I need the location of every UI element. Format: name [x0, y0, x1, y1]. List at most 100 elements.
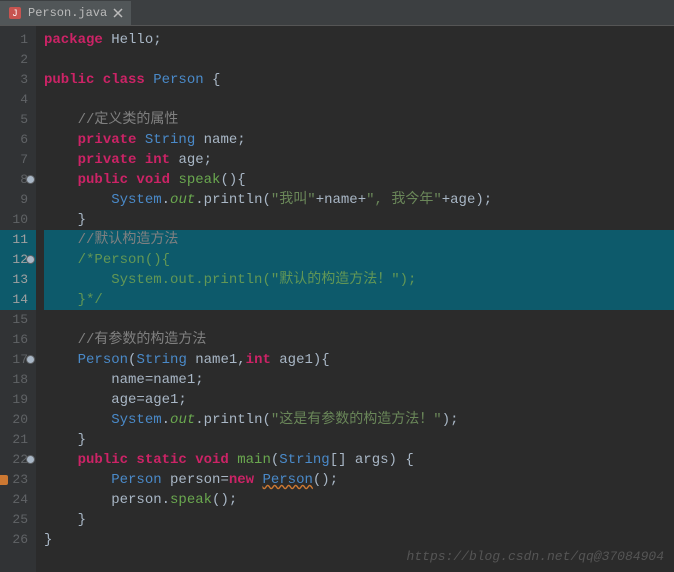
code-token	[44, 172, 78, 188]
line-number: 23	[0, 470, 36, 490]
fold-icon[interactable]	[26, 355, 35, 364]
code-token	[44, 152, 78, 168]
code-token: package	[44, 32, 111, 48]
code-token: main	[237, 452, 271, 468]
close-icon[interactable]	[113, 8, 123, 18]
code-area[interactable]: package Hello; public class Person { //定义…	[36, 26, 674, 572]
code-token: ();	[313, 472, 338, 488]
code-token: private int	[78, 152, 179, 168]
code-token: private	[78, 132, 145, 148]
code-token: public class	[44, 72, 153, 88]
code-line[interactable]: System.out.println("默认的构造方法！");	[44, 270, 674, 290]
code-token: );	[442, 412, 459, 428]
line-number: 26	[0, 530, 36, 550]
code-token: ();	[212, 492, 237, 508]
code-line[interactable]: System.out.println("这是有参数的构造方法！");	[44, 410, 674, 430]
code-line[interactable]	[44, 310, 674, 330]
code-token: Person	[262, 472, 312, 488]
code-token: String	[145, 132, 204, 148]
code-token: name1	[195, 352, 237, 368]
code-token	[44, 352, 78, 368]
code-line[interactable]: System.out.println("我叫"+name+", 我今年"+age…	[44, 190, 674, 210]
line-number: 18	[0, 370, 36, 390]
code-line[interactable]: public void speak(){	[44, 170, 674, 190]
line-number: 25	[0, 510, 36, 530]
code-token	[44, 192, 111, 208]
fold-icon[interactable]	[26, 455, 35, 464]
code-token: out	[170, 192, 195, 208]
java-file-icon: J	[8, 6, 22, 20]
line-number: 11	[0, 230, 36, 250]
code-line[interactable]: }	[44, 530, 674, 550]
code-token: ", 我今年"	[366, 192, 442, 208]
code-token: System.out.println("默认的构造方法！");	[111, 272, 416, 288]
code-line[interactable]: //有参数的构造方法	[44, 330, 674, 350]
code-token	[44, 332, 78, 348]
code-token	[44, 112, 78, 128]
svg-text:J: J	[13, 8, 18, 18]
code-editor[interactable]: 1234567891011121314151617181920212223242…	[0, 26, 674, 572]
code-line[interactable]: age=age1;	[44, 390, 674, 410]
file-tab[interactable]: J Person.java	[0, 1, 131, 25]
code-token: []	[330, 452, 355, 468]
code-token: person	[170, 472, 220, 488]
line-number: 8	[0, 170, 36, 190]
code-token	[44, 252, 78, 268]
code-token	[44, 452, 78, 468]
code-token: =	[220, 472, 228, 488]
code-line[interactable]: //定义类的属性	[44, 110, 674, 130]
code-line[interactable]: private int age;	[44, 150, 674, 170]
code-token: (	[271, 452, 279, 468]
line-number: 6	[0, 130, 36, 150]
line-number: 21	[0, 430, 36, 450]
code-token	[44, 232, 78, 248]
code-token: name=name1;	[44, 372, 204, 388]
code-line[interactable]: }	[44, 210, 674, 230]
code-token	[44, 272, 111, 288]
code-token: .	[162, 192, 170, 208]
code-token: }	[44, 432, 86, 448]
warning-icon[interactable]	[0, 475, 8, 485]
line-number: 3	[0, 70, 36, 90]
code-token: "我叫"	[271, 192, 316, 208]
code-token: String	[279, 452, 329, 468]
line-number: 2	[0, 50, 36, 70]
line-number: 9	[0, 190, 36, 210]
code-token: age;	[178, 152, 212, 168]
code-line[interactable]: }	[44, 430, 674, 450]
code-line[interactable]: /*Person(){	[44, 250, 674, 270]
fold-icon[interactable]	[26, 255, 35, 264]
fold-icon[interactable]	[26, 175, 35, 184]
code-token: /*Person(){	[78, 252, 170, 268]
code-token: speak	[170, 492, 212, 508]
code-token: args	[355, 452, 389, 468]
code-line[interactable]: Person person=new Person();	[44, 470, 674, 490]
code-token: //定义类的属性	[78, 112, 179, 128]
code-token: +name+	[316, 192, 366, 208]
code-line[interactable]: private String name;	[44, 130, 674, 150]
code-token: person.	[44, 492, 170, 508]
code-token: public void	[78, 172, 179, 188]
line-number: 10	[0, 210, 36, 230]
code-line[interactable]: person.speak();	[44, 490, 674, 510]
code-token: Person	[78, 352, 128, 368]
code-token: ) {	[389, 452, 414, 468]
code-line[interactable]: public class Person {	[44, 70, 674, 90]
code-token: age1	[279, 352, 313, 368]
line-number: 24	[0, 490, 36, 510]
code-token: (){	[220, 172, 245, 188]
code-token: ,	[237, 352, 245, 368]
code-line[interactable]: //默认构造方法	[44, 230, 674, 250]
code-line[interactable]	[44, 90, 674, 110]
code-line[interactable]: }*/	[44, 290, 674, 310]
code-line[interactable]: package Hello;	[44, 30, 674, 50]
line-number: 1	[0, 30, 36, 50]
code-line[interactable]	[44, 50, 674, 70]
code-line[interactable]: Person(String name1,int age1){	[44, 350, 674, 370]
line-number: 19	[0, 390, 36, 410]
line-number: 4	[0, 90, 36, 110]
code-line[interactable]: }	[44, 510, 674, 530]
code-line[interactable]: name=name1;	[44, 370, 674, 390]
code-line[interactable]: public static void main(String[] args) {	[44, 450, 674, 470]
code-token: +age);	[442, 192, 492, 208]
